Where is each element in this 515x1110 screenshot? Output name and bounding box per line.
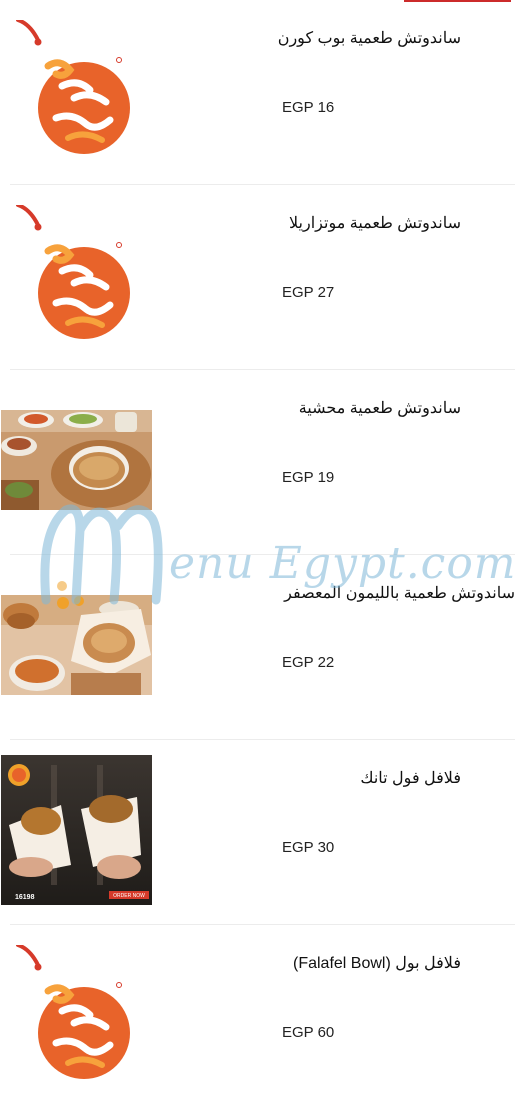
item-price: EGP 30 (282, 839, 335, 856)
menu-item[interactable]: فلافل بول (Falafel Bowl) EGP 60 (0, 925, 515, 1110)
item-price: EGP 60 (282, 1024, 335, 1041)
brand-logo-image (0, 14, 152, 166)
item-name: ساندوتش طعمية بالليمون المعصفر (284, 585, 515, 602)
item-price: EGP 19 (282, 469, 335, 486)
item-name: ساندوتش طعمية محشية (298, 400, 461, 417)
item-name: ساندوتش طعمية موتزاريلا (289, 215, 461, 232)
brand-logo-image (0, 199, 152, 351)
menu-item[interactable]: ساندوتش طعمية بوب كورن EGP 16 (0, 0, 515, 185)
item-name: ساندوتش طعمية بوب كورن (277, 30, 461, 47)
food-photo (0, 569, 152, 721)
order-now-badge: ORDER NOW (108, 891, 149, 899)
item-name: فلافل فول تانك (360, 770, 461, 787)
food-photo: ORDER NOW 16198 (0, 754, 152, 906)
menu-item[interactable]: ساندوتش طعمية موتزاريلا EGP 27 (0, 185, 515, 370)
svg-text:16198: 16198 (15, 894, 35, 901)
item-price: EGP 22 (282, 654, 335, 671)
item-price: EGP 27 (282, 284, 335, 301)
menu-item[interactable]: ساندوتش طعمية بالليمون المعصفر EGP 22 (0, 555, 515, 740)
menu-item[interactable]: ORDER NOW 16198 فلافل فول تانك EGP 30 (0, 740, 515, 925)
menu-item[interactable]: ساندوتش طعمية محشية EGP 19 (0, 370, 515, 555)
item-name: فلافل بول (Falafel Bowl) (292, 955, 461, 972)
item-price: EGP 16 (282, 99, 335, 116)
brand-logo-image (0, 939, 152, 1091)
svg-text:ORDER NOW: ORDER NOW (113, 893, 145, 899)
food-photo (0, 384, 152, 536)
